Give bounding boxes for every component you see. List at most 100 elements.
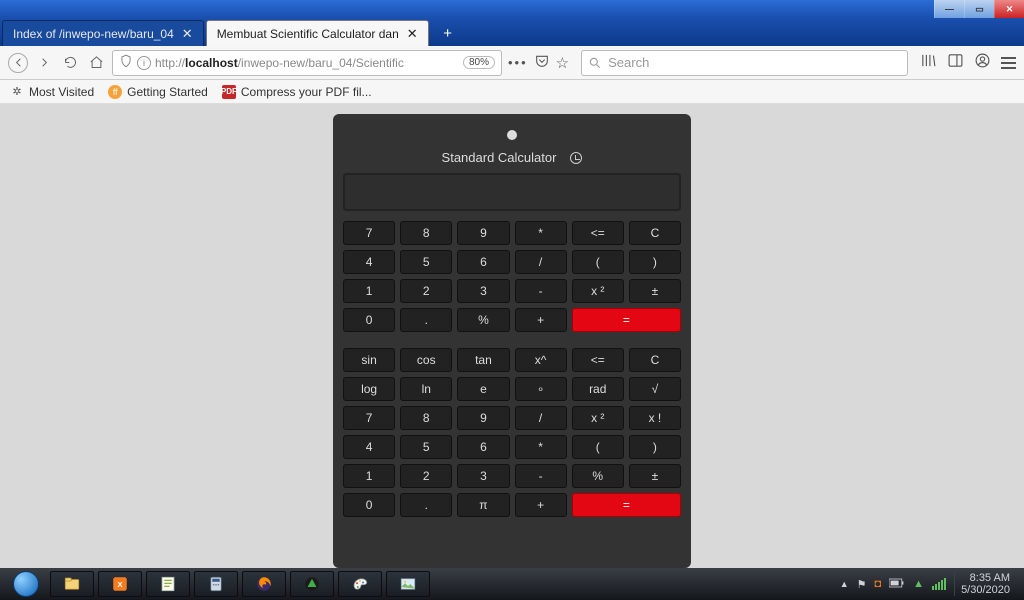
key-[interactable]: . [400,308,452,332]
key-[interactable]: + [515,493,567,517]
key-[interactable]: π [457,493,509,517]
key-1[interactable]: 1 [343,279,395,303]
key-[interactable]: * [515,435,567,459]
search-box[interactable]: Search [581,50,908,76]
key-3[interactable]: 3 [457,464,509,488]
key-x[interactable]: x ! [629,406,681,430]
key-[interactable]: <= [572,221,624,245]
key-[interactable]: % [457,308,509,332]
key-sin[interactable]: sin [343,348,395,372]
key-tan[interactable]: tan [457,348,509,372]
account-icon[interactable] [974,52,991,73]
tray-overflow-icon[interactable]: ▲ [840,579,849,589]
zoom-indicator[interactable]: 80% [463,56,495,69]
window-maximize-button[interactable]: ▭ [964,0,994,18]
tray-signal-icon[interactable] [932,578,946,590]
tray-xampp-icon[interactable]: ◘ [875,578,882,590]
key-log[interactable]: log [343,377,395,401]
calculator-display[interactable] [343,173,681,211]
key-1[interactable]: 1 [343,464,395,488]
key-8[interactable]: 8 [400,221,452,245]
key-c[interactable]: C [629,348,681,372]
window-close-button[interactable]: ✕ [994,0,1024,18]
window-minimize-button[interactable]: — [934,0,964,18]
key-5[interactable]: 5 [400,435,452,459]
key-equals[interactable]: = [572,308,681,332]
page-actions-icon[interactable]: ••• [508,55,528,70]
key-ln[interactable]: ln [400,377,452,401]
taskbar-app-green[interactable] [290,571,334,597]
new-tab-button[interactable]: + [435,22,461,44]
key-6[interactable]: 6 [457,435,509,459]
taskbar-photos[interactable] [386,571,430,597]
back-button[interactable] [8,53,28,73]
key-2[interactable]: 2 [400,279,452,303]
key-[interactable]: / [515,250,567,274]
key-4[interactable]: 4 [343,250,395,274]
bookmark-most-visited[interactable]: ✲Most Visited [10,85,94,99]
key-[interactable]: <= [572,348,624,372]
taskbar-xampp[interactable]: X [98,571,142,597]
browser-tab-active[interactable]: Membuat Scientific Calculator dan ✕ [206,20,429,46]
pocket-icon[interactable] [534,53,550,73]
taskbar-notepadpp[interactable] [146,571,190,597]
key-[interactable]: ± [629,279,681,303]
key-c[interactable]: C [629,221,681,245]
key-4[interactable]: 4 [343,435,395,459]
tab-close-icon[interactable]: ✕ [182,26,193,42]
key-[interactable]: ∘ [515,377,567,401]
key-3[interactable]: 3 [457,279,509,303]
menu-icon[interactable] [1001,57,1016,69]
key-e[interactable]: e [457,377,509,401]
key-x[interactable]: x^ [515,348,567,372]
key-[interactable]: ) [629,250,681,274]
bookmark-star-icon[interactable]: ☆ [556,54,569,72]
key-9[interactable]: 9 [457,406,509,430]
key-7[interactable]: 7 [343,221,395,245]
tab-close-icon[interactable]: ✕ [407,26,418,42]
key-[interactable]: / [515,406,567,430]
address-bar[interactable]: i http://localhost/inwepo-new/baru_04/Sc… [112,50,502,76]
key-6[interactable]: 6 [457,250,509,274]
tray-network-icon[interactable]: ▲ [913,578,924,590]
tray-clock[interactable]: 8:35 AM 5/30/2020 [954,572,1010,596]
tray-battery-icon[interactable] [889,578,905,591]
taskbar-firefox[interactable] [242,571,286,597]
sun-icon[interactable] [507,130,517,140]
key-[interactable]: + [515,308,567,332]
key-[interactable]: ( [572,435,624,459]
key-[interactable]: - [515,279,567,303]
bookmark-getting-started[interactable]: ffGetting Started [108,85,208,99]
home-button[interactable] [86,53,106,73]
key-[interactable]: - [515,464,567,488]
key-[interactable]: ± [629,464,681,488]
key-[interactable]: ( [572,250,624,274]
key-0[interactable]: 0 [343,308,395,332]
bookmark-compress-pdf[interactable]: PDFCompress your PDF fil... [222,85,372,99]
key-2[interactable]: 2 [400,464,452,488]
history-icon[interactable] [570,152,582,164]
key-x[interactable]: x ² [572,406,624,430]
library-icon[interactable] [920,52,937,73]
taskbar-paint[interactable] [338,571,382,597]
tray-flag-icon[interactable]: ⚑ [857,578,867,591]
key-9[interactable]: 9 [457,221,509,245]
start-button[interactable] [6,570,46,598]
key-[interactable]: . [400,493,452,517]
key-8[interactable]: 8 [400,406,452,430]
key-rad[interactable]: rad [572,377,624,401]
key-x[interactable]: x ² [572,279,624,303]
key-[interactable]: % [572,464,624,488]
forward-button[interactable] [34,53,54,73]
site-info-icon[interactable]: i [137,56,151,70]
key-[interactable]: ) [629,435,681,459]
taskbar-explorer[interactable] [50,571,94,597]
key-5[interactable]: 5 [400,250,452,274]
browser-tab-inactive[interactable]: Index of /inwepo-new/baru_04 ✕ [2,20,204,46]
key-[interactable]: √ [629,377,681,401]
sidebar-icon[interactable] [947,52,964,73]
key-equals[interactable]: = [572,493,681,517]
key-0[interactable]: 0 [343,493,395,517]
key-cos[interactable]: cos [400,348,452,372]
key-[interactable]: * [515,221,567,245]
